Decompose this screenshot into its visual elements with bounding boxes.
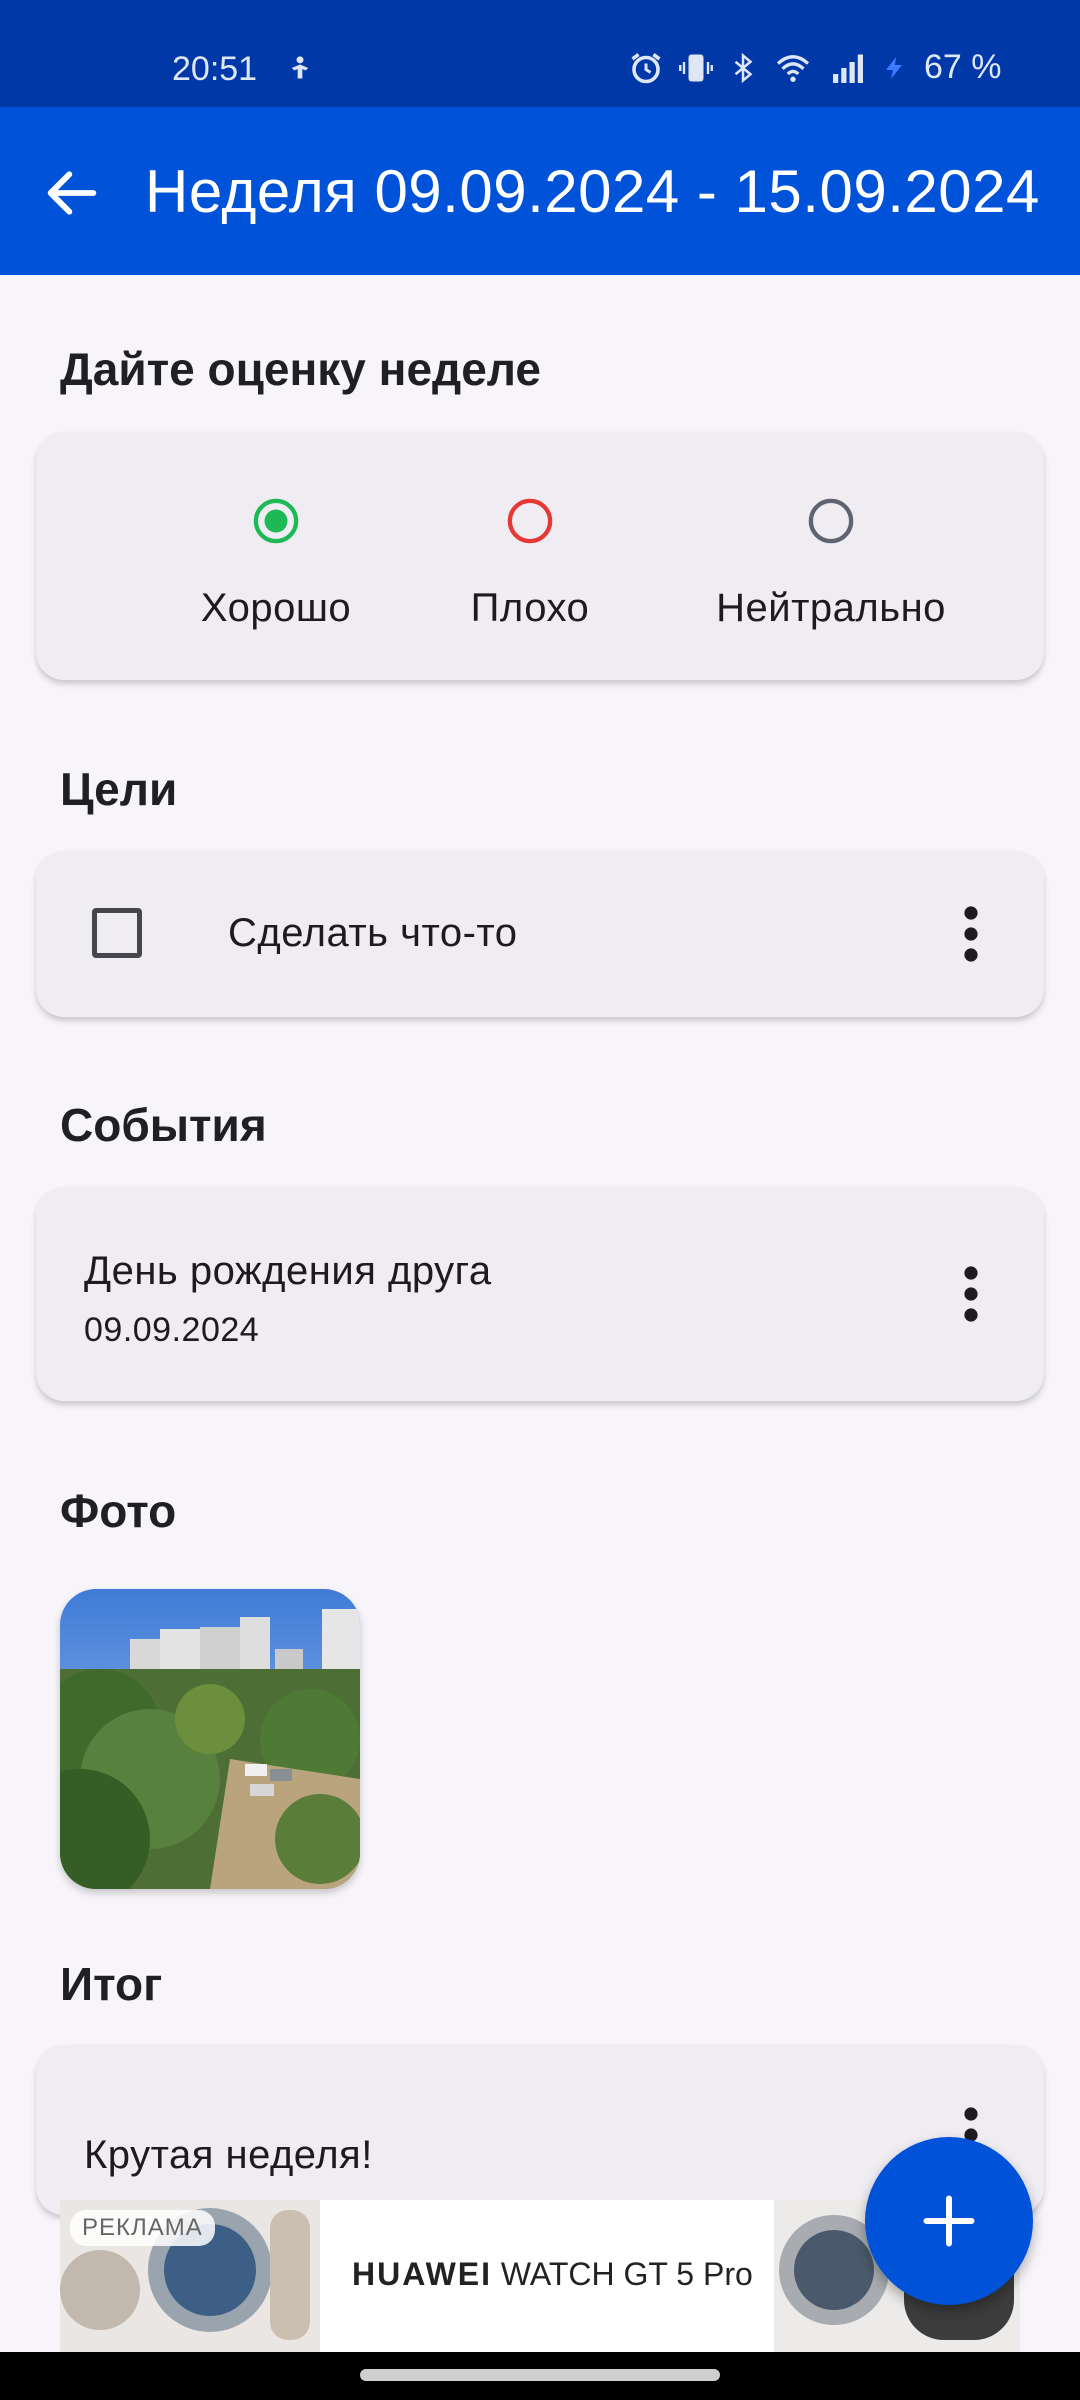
status-time: 20:51	[172, 50, 258, 88]
ad-badge: РЕКЛАМА	[70, 2210, 215, 2246]
summary-section-title: Итог	[60, 1958, 163, 2010]
ad-brand-name: HUAWEI	[352, 2256, 492, 2292]
radio-unselected-icon[interactable]	[808, 498, 854, 544]
wifi-icon	[776, 54, 810, 82]
signal-icon	[833, 54, 863, 83]
goal-text: Сделать что-то	[228, 911, 518, 955]
arrow-back-icon[interactable]	[40, 161, 104, 225]
rating-section-title: Дайте оценку неделе	[60, 343, 542, 395]
goal-checkbox[interactable]	[92, 908, 142, 958]
radio-unselected-icon[interactable]	[507, 498, 553, 544]
charging-icon	[886, 56, 902, 79]
summary-text: Крутая неделя!	[84, 2133, 373, 2177]
system-nav-bar	[0, 2352, 1080, 2400]
bluetooth-icon	[734, 52, 753, 83]
app-bar: Неделя 09.09.2024 - 15.09.2024	[0, 107, 1080, 275]
rating-option-neutral[interactable]: Нейтрально	[656, 498, 1006, 631]
more-vert-icon[interactable]	[956, 1264, 986, 1324]
event-item[interactable]: День рождения друга 09.09.2024	[36, 1187, 1044, 1401]
goals-section-title: Цели	[60, 763, 178, 815]
vibrate-icon	[679, 54, 713, 81]
ad-product-name: WATCH GT 5 Pro	[500, 2256, 753, 2292]
more-vert-icon[interactable]	[956, 904, 986, 964]
plus-icon	[923, 2195, 975, 2247]
rating-option-bad[interactable]: Плохо	[420, 498, 640, 631]
add-button[interactable]	[865, 2137, 1033, 2305]
photo-image	[60, 1589, 360, 1889]
person-icon	[291, 56, 309, 79]
rating-option-label: Хорошо	[200, 586, 352, 630]
events-section-title: События	[60, 1099, 267, 1151]
home-gesture-handle[interactable]	[360, 2369, 720, 2381]
goal-item[interactable]: Сделать что-то	[36, 851, 1044, 1017]
page-title: Неделя 09.09.2024 - 15.09.2024	[145, 158, 1040, 225]
event-title: День рождения друга	[84, 1249, 492, 1293]
rating-option-label: Плохо	[470, 586, 590, 630]
rating-option-label: Нейтрально	[716, 586, 946, 630]
battery-level: 67 %	[924, 48, 1002, 86]
photo-thumbnail[interactable]	[60, 1589, 360, 1889]
status-icons: 67 %	[628, 48, 1002, 87]
rating-card: Хорошо Плохо Нейтрально	[36, 432, 1044, 680]
radio-selected-icon[interactable]	[253, 498, 299, 544]
rating-option-good[interactable]: Хорошо	[156, 498, 396, 631]
event-date: 09.09.2024	[84, 1311, 260, 1349]
photos-section-title: Фото	[60, 1485, 177, 1537]
alarm-icon	[631, 52, 661, 83]
ad-brand: HUAWEI WATCH GT 5 Pro	[352, 2256, 753, 2293]
status-bar: 20:51 67 %	[0, 0, 1080, 107]
